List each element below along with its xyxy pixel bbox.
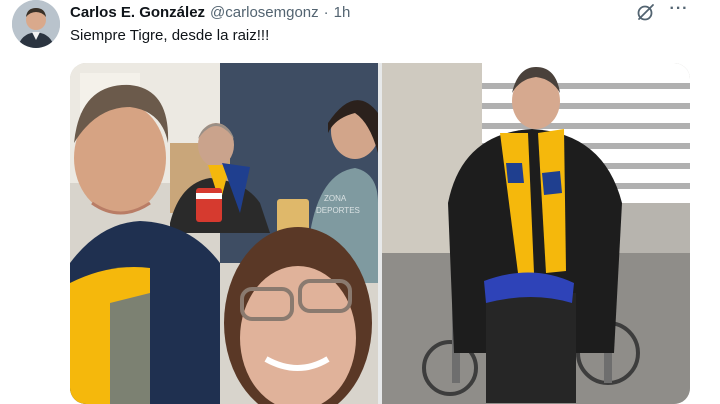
author-name[interactable]: Carlos E. González	[70, 4, 205, 21]
author-handle[interactable]: @carlosemgonz	[210, 4, 319, 21]
timestamp[interactable]: 1h	[334, 4, 351, 21]
tweet-text: Siempre Tigre, desde la raiz!!!	[70, 27, 270, 44]
avatar[interactable]	[12, 0, 60, 48]
grok-icon[interactable]	[636, 2, 656, 22]
separator-dot: ·	[323, 3, 329, 21]
tweet-header: Carlos E. González @carlosemgonz · 1h	[70, 2, 350, 22]
watermark-line1: ZONA	[324, 194, 347, 203]
photo-wheelchair[interactable]	[382, 63, 690, 404]
tweet-media[interactable]: ZONA DEPORTES	[70, 63, 690, 404]
photo-selfie[interactable]: ZONA DEPORTES	[70, 63, 378, 404]
watermark-line2: DEPORTES	[316, 206, 360, 215]
tweet[interactable]: Carlos E. González @carlosemgonz · 1h ··…	[0, 0, 720, 404]
more-options-icon[interactable]: ···	[668, 1, 690, 22]
